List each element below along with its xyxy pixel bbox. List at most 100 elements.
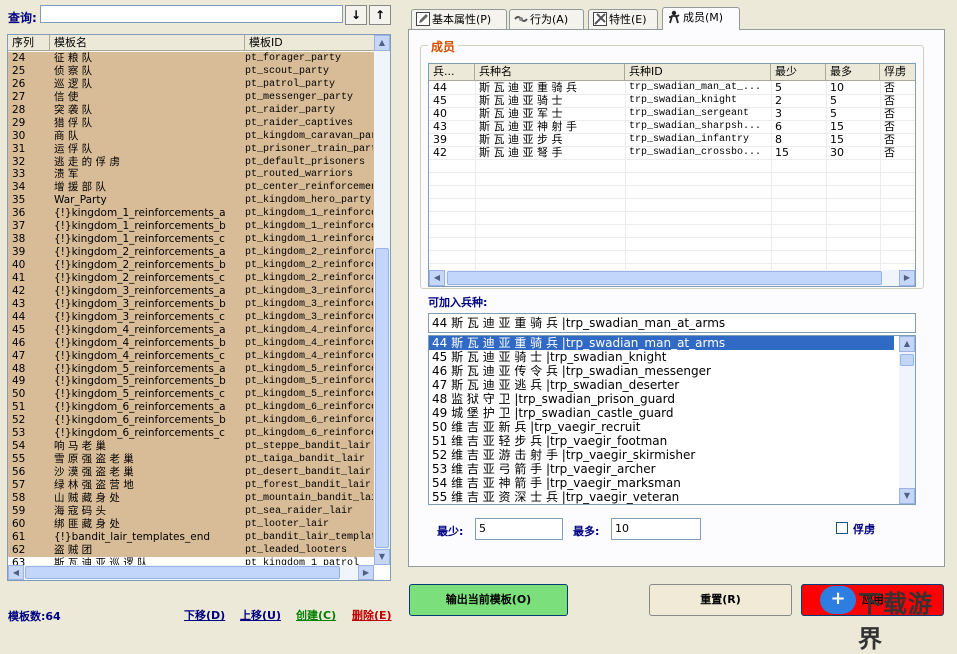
table-row[interactable]: 36 {!}kingdom_1_reinforcements_a pt_kingdo… [8,207,374,220]
search-up-button[interactable]: ↑ [369,5,391,25]
template-list-vscrollbar[interactable]: ▲ ▼ [374,35,390,565]
column-header-seq[interactable]: 序列 [8,35,50,51]
scroll-up-icon[interactable]: ▲ [374,35,390,51]
table-row[interactable]: 46 {!}kingdom_4_reinforcements_b pt_kingdo… [8,337,374,350]
column-header-name[interactable]: 模板名 [50,35,245,51]
table-row[interactable]: 47 {!}kingdom_4_reinforcements_c pt_kingdo… [8,350,374,363]
members-row[interactable]: 40 斯 瓦 迪 亚 军 士 trp_swadian_sergeant 3 5 否 [429,107,915,120]
table-row[interactable]: 50 {!}kingdom_5_reinforcements_c pt_kingdo… [8,388,374,401]
table-row[interactable]: 62 盗 贼 团 pt_leaded_looters [8,544,374,557]
delete-link[interactable]: 删除(E) [352,607,392,623]
recruit-option[interactable]: 55 维 吉 亚 资 深 士 兵 |trp_vaegir_veteran [429,490,894,504]
table-row[interactable]: 35 War_Party pt_kingdom_hero_party [8,194,374,207]
tab-basic-properties[interactable]: 基本属性(P) [411,9,507,29]
table-row[interactable]: 60 绑 匪 藏 身 处 pt_looter_lair [8,518,374,531]
table-row[interactable]: 25 侦 察 队 pt_scout_party [8,65,374,78]
hscroll-thumb[interactable] [25,566,340,579]
table-row[interactable]: 42 {!}kingdom_3_reinforcements_a pt_kingdo… [8,285,374,298]
reset-button[interactable]: 重置(R) [649,584,792,616]
table-row[interactable]: 49 {!}kingdom_5_reinforcements_b pt_kingdo… [8,375,374,388]
tab-members[interactable]: 成员(M) [662,7,740,30]
table-row[interactable]: 38 {!}kingdom_1_reinforcements_c pt_kingdo… [8,233,374,246]
members-col-id[interactable]: 兵种ID [625,64,771,81]
recruit-option[interactable]: 47 斯 瓦 迪 亚 逃 兵 |trp_swadian_deserter [429,378,894,392]
table-row[interactable]: 54 响 马 老 巢 pt_steppe_bandit_lair [8,440,374,453]
template-list-hscrollbar[interactable]: ◀ ▶ [8,565,374,580]
create-link[interactable]: 创建(C) [296,607,336,623]
scroll-right-icon[interactable]: ▶ [358,565,374,580]
table-row[interactable]: 31 运 俘 队 pt_prisoner_train_party [8,143,374,156]
recruit-option[interactable]: 49 城 堡 护 卫 |trp_swadian_castle_guard [429,406,894,420]
recruit-option[interactable]: 50 维 吉 亚 新 兵 |trp_vaegir_recruit [429,420,894,434]
members-col-prisoner[interactable]: 俘虏 [880,64,915,81]
scroll-down-icon[interactable]: ▼ [374,549,390,565]
column-header-id[interactable]: 模板ID [245,35,375,51]
template-list[interactable]: 序列 模板名 模板ID 24 征 粮 队 pt_forager_party 25 侦 察… [7,34,391,581]
scroll-left-icon[interactable]: ◀ [429,270,445,286]
recruit-option[interactable]: 48 监 狱 守 卫 |trp_swadian_prison_guard [429,392,894,406]
table-row[interactable]: 28 突 袭 队 pt_raider_party [8,104,374,117]
table-row[interactable]: 56 沙 漠 强 盗 老 巢 pt_desert_bandit_lair [8,466,374,479]
recruit-selected-field[interactable]: 44 斯 瓦 迪 亚 重 骑 兵 |trp_swadian_man_at_arm… [428,313,916,333]
members-row[interactable]: 42 斯 瓦 迪 亚 弩 手 trp_swadian_crossbo... 15 30 否 [429,146,915,159]
table-row[interactable]: 59 海 寇 码 头 pt_sea_raider_lair [8,505,374,518]
scroll-right-icon[interactable]: ▶ [899,270,915,286]
recruit-option[interactable]: 53 维 吉 亚 弓 箭 手 |trp_vaegir_archer [429,462,894,476]
table-row[interactable]: 52 {!}kingdom_6_reinforcements_b pt_kingdo… [8,414,374,427]
members-row[interactable]: 39 斯 瓦 迪 亚 步 兵 trp_swadian_infantry 8 15 否 [429,133,915,146]
table-row[interactable]: 32 逃 走 的 俘 虏 pt_default_prisoners [8,156,374,169]
recruit-vscrollbar[interactable]: ▲ ▼ [899,336,915,504]
recruit-option[interactable]: 46 斯 瓦 迪 亚 传 令 兵 |trp_swadian_messenger [429,364,894,378]
table-row[interactable]: 29 猎 俘 队 pt_raider_captives [8,117,374,130]
members-row[interactable]: 43 斯 瓦 迪 亚 神 射 手 trp_swadian_sharpsh... 6 15… [429,120,915,133]
min-input[interactable]: 5 [475,518,563,540]
members-row[interactable]: 44 斯 瓦 迪 亚 重 骑 兵 trp_swadian_man_at_... 5 10… [429,81,915,94]
table-row[interactable]: 37 {!}kingdom_1_reinforcements_b pt_kingdo… [8,220,374,233]
export-template-button[interactable]: 输出当前模板(O) [409,584,568,616]
table-row[interactable]: 51 {!}kingdom_6_reinforcements_a pt_kingdo… [8,401,374,414]
members-col-max[interactable]: 最多 [826,64,880,81]
table-row[interactable]: 57 绿 林 强 盗 营 地 pt_forest_bandit_lair [8,479,374,492]
hscroll-thumb[interactable] [447,271,882,285]
recruit-option[interactable]: 52 维 吉 亚 游 击 射 手 |trp_vaegir_skirmisher [429,448,894,462]
table-row[interactable]: 45 {!}kingdom_4_reinforcements_a pt_kingdo… [8,324,374,337]
table-row[interactable]: 40 {!}kingdom_2_reinforcements_b pt_kingdo… [8,259,374,272]
table-row[interactable]: 44 {!}kingdom_3_reinforcements_c pt_kingdo… [8,311,374,324]
table-row[interactable]: 53 {!}kingdom_6_reinforcements_c pt_kingdo… [8,427,374,440]
tab-behavior[interactable]: 行为(A) [509,9,584,29]
scroll-up-icon[interactable]: ▲ [899,336,915,352]
recruit-list[interactable]: 44 斯 瓦 迪 亚 重 骑 兵 |trp_swadian_man_at_arm… [428,335,916,505]
move-down-link[interactable]: 下移(D) [184,607,225,623]
members-table[interactable]: 兵... 兵种名 兵种ID 最少 最多 俘虏 44 斯 瓦 迪 亚 重 骑 兵 tr… [428,63,916,287]
table-row[interactable]: 63 斯 瓦 迪 亚 巡 逻 队 pt_kingdom_1_patrol [8,556,374,565]
table-row[interactable]: 61 {!}bandit_lair_templates_end pt_bandit_… [8,531,374,544]
members-col-name[interactable]: 兵种名 [475,64,625,81]
scroll-left-icon[interactable]: ◀ [8,565,24,580]
table-row[interactable]: 39 {!}kingdom_2_reinforcements_a pt_kingdo… [8,246,374,259]
members-col-num[interactable]: 兵... [429,64,475,81]
table-row[interactable]: 58 山 贼 藏 身 处 pt_mountain_bandit_lair [8,492,374,505]
recruit-option[interactable]: 44 斯 瓦 迪 亚 重 骑 兵 |trp_swadian_man_at_arm… [429,336,894,350]
table-row[interactable]: 30 商 队 pt_kingdom_caravan_party [8,130,374,143]
move-up-link[interactable]: 上移(U) [240,607,281,623]
table-row[interactable]: 26 巡 逻 队 pt_patrol_party [8,78,374,91]
table-row[interactable]: 48 {!}kingdom_5_reinforcements_a pt_kingdo… [8,363,374,376]
recruit-option[interactable]: 54 维 吉 亚 神 箭 手 |trp_vaegir_marksman [429,476,894,490]
members-hscrollbar[interactable]: ◀ ▶ [429,270,915,286]
search-down-button[interactable]: ↓ [345,5,367,25]
members-col-min[interactable]: 最少 [771,64,826,81]
table-row[interactable]: 27 信 使 pt_messenger_party [8,91,374,104]
scroll-down-icon[interactable]: ▼ [899,488,915,504]
search-input[interactable] [40,5,343,23]
table-row[interactable]: 43 {!}kingdom_3_reinforcements_b pt_kingdo… [8,298,374,311]
members-row[interactable]: 45 斯 瓦 迪 亚 骑 士 trp_swadian_knight 2 5 否 [429,94,915,107]
scroll-thumb[interactable] [375,248,389,548]
table-row[interactable]: 33 溃 军 pt_routed_warriors [8,168,374,181]
tab-features[interactable]: 特性(E) [588,9,658,29]
max-input[interactable]: 10 [611,518,701,540]
table-row[interactable]: 34 增 援 部 队 pt_center_reinforcements [8,181,374,194]
recruit-option[interactable]: 45 斯 瓦 迪 亚 骑 士 |trp_swadian_knight [429,350,894,364]
prisoner-checkbox[interactable] [836,522,848,534]
table-row[interactable]: 24 征 粮 队 pt_forager_party [8,52,374,65]
recruit-option[interactable]: 51 维 吉 亚 轻 步 兵 |trp_vaegir_footman [429,434,894,448]
